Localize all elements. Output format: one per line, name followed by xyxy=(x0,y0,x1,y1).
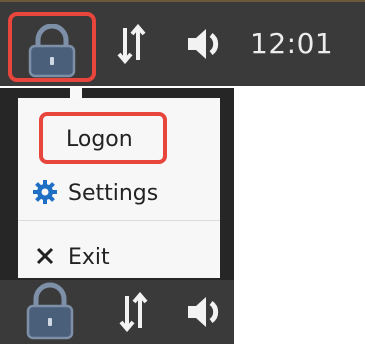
close-x-icon xyxy=(32,243,60,271)
menu-item-label: Logon xyxy=(66,126,133,152)
menu-item-logon[interactable]: Logon xyxy=(18,116,220,162)
menu-item-settings[interactable]: Settings xyxy=(18,170,220,216)
system-tray-bottom xyxy=(0,280,234,344)
lock-tray-button[interactable] xyxy=(8,12,96,82)
speaker-icon[interactable] xyxy=(186,294,230,334)
menu-pointer xyxy=(70,88,82,98)
system-tray-top: 12:01 xyxy=(0,0,365,86)
speaker-icon[interactable] xyxy=(186,26,230,66)
up-down-arrows-icon[interactable] xyxy=(118,291,148,336)
menu-separator xyxy=(18,220,220,221)
context-menu: Logon Settings Exit xyxy=(18,98,220,278)
padlock-icon[interactable] xyxy=(22,282,78,344)
padlock-icon xyxy=(24,23,80,82)
up-down-arrows-icon[interactable] xyxy=(116,23,146,68)
gear-icon xyxy=(32,179,60,207)
menu-item-label: Settings xyxy=(68,180,159,206)
clock-time[interactable]: 12:01 xyxy=(250,30,333,58)
menu-item-label: Exit xyxy=(68,244,110,270)
menu-item-exit[interactable]: Exit xyxy=(18,234,220,280)
